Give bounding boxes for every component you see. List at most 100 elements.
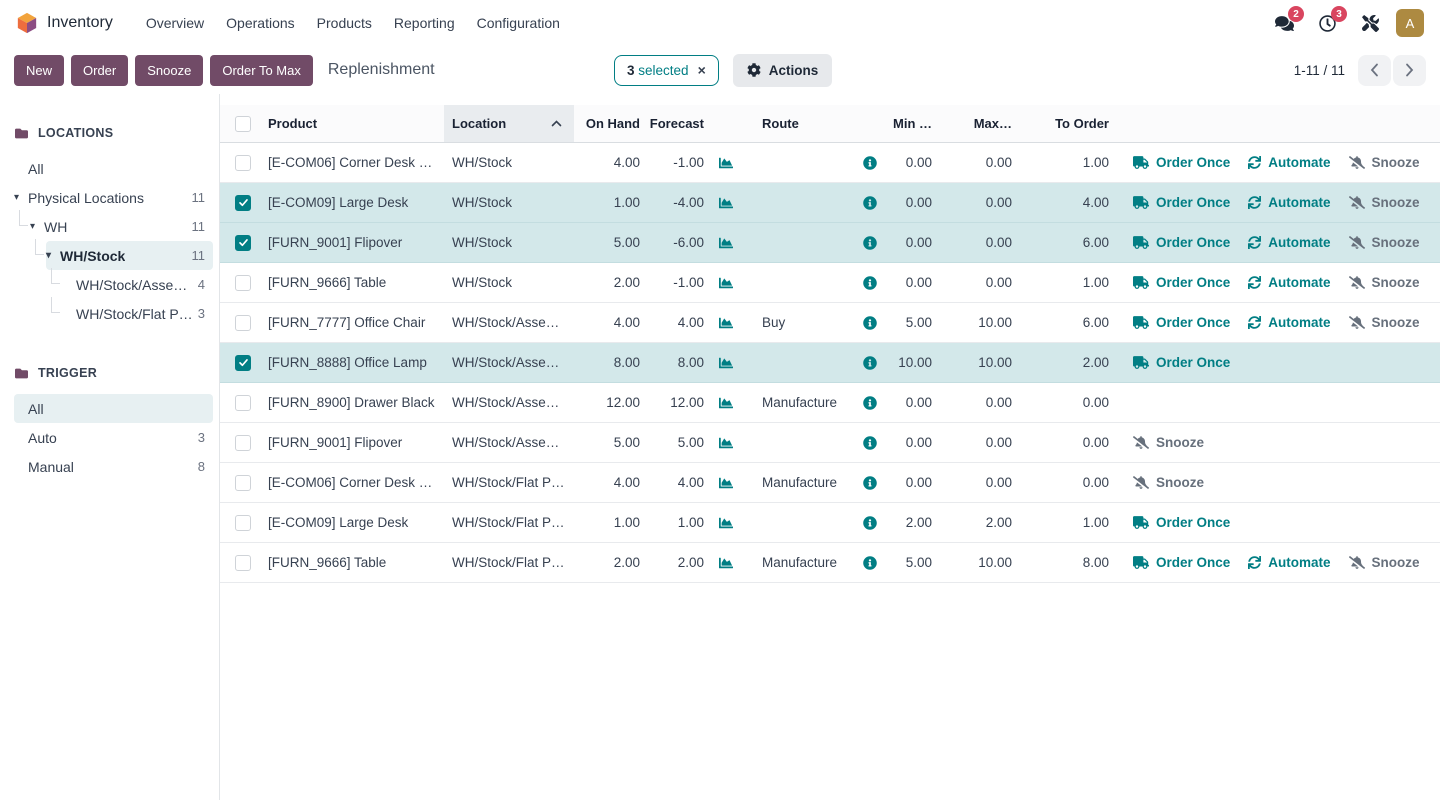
max-cell[interactable]: 2.00 <box>936 515 1016 530</box>
product-cell[interactable]: [E-COM06] Corner Desk … <box>260 475 444 490</box>
product-cell[interactable]: [E-COM06] Corner Desk … <box>260 155 444 170</box>
sidebar-filter-all[interactable]: All <box>0 394 219 423</box>
min-cell[interactable]: 5.00 <box>884 315 936 330</box>
forecast-cell[interactable]: -1.00 <box>644 155 708 170</box>
on-hand-cell[interactable]: 4.00 <box>574 475 644 490</box>
to-order-cell[interactable]: 1.00 <box>1016 515 1113 530</box>
user-avatar[interactable]: A <box>1396 9 1424 37</box>
route-cell[interactable]: Manufacture <box>744 475 856 490</box>
product-cell[interactable]: [FURN_8900] Drawer Black <box>260 395 444 410</box>
location-cell[interactable]: WH/Stock/Flat P… <box>444 555 574 570</box>
pager-previous-button[interactable] <box>1358 55 1391 86</box>
to-order-cell[interactable]: 8.00 <box>1016 555 1113 570</box>
min-cell[interactable]: 0.00 <box>884 475 936 490</box>
automate-button[interactable]: Automate <box>1248 275 1330 290</box>
sidebar-filter-wh-stock-asse[interactable]: WH/Stock/Asse…4 <box>0 270 219 299</box>
forecast-cell[interactable]: -6.00 <box>644 235 708 250</box>
activities-button[interactable]: 3 <box>1310 7 1344 39</box>
messages-button[interactable]: 2 <box>1267 7 1301 39</box>
column-header-forecast[interactable]: Forecast <box>644 116 708 131</box>
snooze-row-button[interactable]: Snooze <box>1133 435 1204 450</box>
forecast-chart-icon[interactable] <box>718 316 734 330</box>
info-icon[interactable] <box>863 556 877 570</box>
snooze-row-button[interactable]: Snooze <box>1349 315 1420 330</box>
row-checkbox[interactable] <box>235 555 251 571</box>
automate-button[interactable]: Automate <box>1248 195 1330 210</box>
nav-products[interactable]: Products <box>306 9 383 37</box>
snooze-row-button[interactable]: Snooze <box>1133 475 1204 490</box>
location-cell[interactable]: WH/Stock <box>444 195 574 210</box>
on-hand-cell[interactable]: 1.00 <box>574 515 644 530</box>
clear-selection-icon[interactable]: × <box>698 63 706 77</box>
order-once-button[interactable]: Order Once <box>1133 515 1230 530</box>
min-cell[interactable]: 0.00 <box>884 435 936 450</box>
location-cell[interactable]: WH/Stock <box>444 155 574 170</box>
sidebar-filter-auto[interactable]: Auto3 <box>0 423 219 452</box>
info-icon[interactable] <box>863 436 877 450</box>
select-all-checkbox[interactable] <box>235 116 251 132</box>
to-order-cell[interactable]: 6.00 <box>1016 235 1113 250</box>
table-row[interactable]: [FURN_9001] FlipoverWH/Stock/Asse…5.005.… <box>220 423 1440 463</box>
on-hand-cell[interactable]: 2.00 <box>574 555 644 570</box>
sidebar-filter-all[interactable]: All <box>0 154 219 183</box>
forecast-chart-icon[interactable] <box>718 396 734 410</box>
location-cell[interactable]: WH/Stock/Asse… <box>444 395 574 410</box>
max-cell[interactable]: 10.00 <box>936 315 1016 330</box>
sidebar-filter-wh[interactable]: ▾WH11 <box>0 212 219 241</box>
product-cell[interactable]: [E-COM09] Large Desk <box>260 515 444 530</box>
tools-button[interactable] <box>1353 7 1387 39</box>
column-header-location[interactable]: Location <box>444 105 574 142</box>
product-cell[interactable]: [FURN_9666] Table <box>260 555 444 570</box>
to-order-cell[interactable]: 6.00 <box>1016 315 1113 330</box>
caret-down-icon[interactable]: ▾ <box>30 221 44 232</box>
row-checkbox[interactable] <box>235 235 251 251</box>
row-checkbox[interactable] <box>235 435 251 451</box>
row-checkbox[interactable] <box>235 315 251 331</box>
location-cell[interactable]: WH/Stock/Flat P… <box>444 515 574 530</box>
forecast-chart-icon[interactable] <box>718 356 734 370</box>
on-hand-cell[interactable]: 12.00 <box>574 395 644 410</box>
on-hand-cell[interactable]: 5.00 <box>574 235 644 250</box>
info-icon[interactable] <box>863 196 877 210</box>
forecast-cell[interactable]: -1.00 <box>644 275 708 290</box>
max-cell[interactable]: 0.00 <box>936 475 1016 490</box>
min-cell[interactable]: 10.00 <box>884 355 936 370</box>
snooze-row-button[interactable]: Snooze <box>1349 555 1420 570</box>
forecast-cell[interactable]: -4.00 <box>644 195 708 210</box>
max-cell[interactable]: 0.00 <box>936 395 1016 410</box>
automate-button[interactable]: Automate <box>1248 555 1330 570</box>
column-header-product[interactable]: Product <box>260 116 444 131</box>
order-once-button[interactable]: Order Once <box>1133 275 1230 290</box>
info-icon[interactable] <box>863 276 877 290</box>
snooze-button[interactable]: Snooze <box>135 55 203 86</box>
column-header-route[interactable]: Route <box>744 116 856 131</box>
column-header-to-order[interactable]: To Order <box>1016 116 1113 131</box>
table-row[interactable]: [FURN_8900] Drawer BlackWH/Stock/Asse…12… <box>220 383 1440 423</box>
min-cell[interactable]: 0.00 <box>884 155 936 170</box>
location-cell[interactable]: WH/Stock/Asse… <box>444 355 574 370</box>
product-cell[interactable]: [FURN_9001] Flipover <box>260 235 444 250</box>
on-hand-cell[interactable]: 8.00 <box>574 355 644 370</box>
row-checkbox[interactable] <box>235 395 251 411</box>
to-order-cell[interactable]: 1.00 <box>1016 275 1113 290</box>
min-cell[interactable]: 0.00 <box>884 195 936 210</box>
caret-down-icon[interactable]: ▾ <box>14 192 28 203</box>
min-cell[interactable]: 0.00 <box>884 235 936 250</box>
table-row[interactable]: [E-COM06] Corner Desk …WH/Stock/Flat P…4… <box>220 463 1440 503</box>
snooze-row-button[interactable]: Snooze <box>1349 275 1420 290</box>
order-once-button[interactable]: Order Once <box>1133 195 1230 210</box>
max-cell[interactable]: 0.00 <box>936 155 1016 170</box>
table-row[interactable]: [FURN_9666] TableWH/Stock/Flat P…2.002.0… <box>220 543 1440 583</box>
row-checkbox[interactable] <box>235 275 251 291</box>
info-icon[interactable] <box>863 476 877 490</box>
route-cell[interactable]: Manufacture <box>744 555 856 570</box>
info-icon[interactable] <box>863 236 877 250</box>
nav-reporting[interactable]: Reporting <box>383 9 466 37</box>
max-cell[interactable]: 10.00 <box>936 355 1016 370</box>
row-checkbox[interactable] <box>235 155 251 171</box>
order-to-max-button[interactable]: Order To Max <box>210 55 313 86</box>
location-cell[interactable]: WH/Stock/Flat P… <box>444 475 574 490</box>
info-icon[interactable] <box>863 356 877 370</box>
sidebar-filter-wh-stock-flat-p[interactable]: WH/Stock/Flat P…3 <box>0 299 219 328</box>
forecast-cell[interactable]: 4.00 <box>644 315 708 330</box>
